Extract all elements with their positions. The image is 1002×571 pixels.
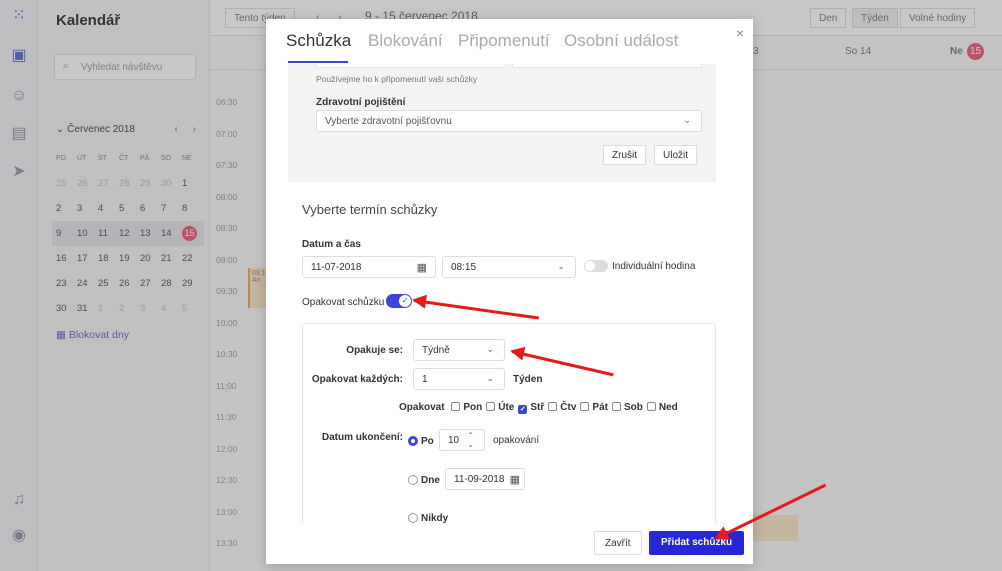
time-value: 08:15 <box>451 262 477 273</box>
insurance-label: Zdravotní pojištění <box>316 97 406 108</box>
end-after-radio[interactable] <box>408 436 418 446</box>
chevron-down-icon: ⌄ <box>683 115 691 125</box>
repeat-on-label: Opakovat <box>399 402 445 413</box>
end-date-input[interactable]: 11-09-2018 ▦ <box>445 468 525 490</box>
weekday-checkbox-label: Pon <box>463 402 483 413</box>
cancel-button[interactable]: Zrušit <box>603 145 646 165</box>
datetime-label: Datum a čas <box>302 239 361 250</box>
weekday-checkbox[interactable] <box>611 402 621 411</box>
weekday-checkboxes: Opakovat Pon Úte ✓ Stř Čtv Pát Sob Ned <box>399 402 678 414</box>
weekday-checkbox[interactable]: ✓ <box>518 405 528 414</box>
repeats-label: Opakuje se: <box>346 345 403 356</box>
weekday-checkbox[interactable] <box>451 402 461 411</box>
reminder-hint: Používejme ho k připomenutí vaší schůzky <box>316 74 478 84</box>
weekday-checkbox-label: Úte <box>498 402 515 413</box>
end-never-radio[interactable] <box>408 513 418 523</box>
partial-input-right[interactable] <box>512 64 702 68</box>
partial-input-left[interactable] <box>316 64 506 68</box>
every-value: 1 <box>422 374 428 385</box>
chevron-down-icon: ⌄ <box>557 261 565 271</box>
calendar-picker-icon[interactable]: ▦ <box>417 261 427 274</box>
every-unit: Týden <box>513 374 543 385</box>
add-appointment-button[interactable]: Přidat schůzku <box>649 531 745 555</box>
stepper-arrows-icon[interactable]: ⌃ ⌄ <box>467 431 474 449</box>
insurance-select[interactable]: Vyberte zdravotní pojišťovnu ⌄ <box>316 110 702 132</box>
chevron-down-icon: ⌄ <box>486 344 494 354</box>
repeat-label: Opakovat schůzku <box>302 297 385 308</box>
every-select[interactable]: 1 ⌄ <box>413 368 505 390</box>
weekday-checkbox-label: Čtv <box>560 402 577 413</box>
occurrences-value: 10 <box>448 435 460 446</box>
tab-personal-event[interactable]: Osobní událost <box>564 31 678 51</box>
calendar-picker-icon[interactable]: ▦ <box>510 473 520 486</box>
active-tab-indicator <box>288 61 348 63</box>
end-on-label: Dne <box>421 475 440 486</box>
occurrences-unit: opakování <box>493 435 540 446</box>
weekday-checkbox[interactable] <box>548 402 558 411</box>
tab-appointment[interactable]: Schůzka <box>286 31 351 51</box>
date-input[interactable]: 11-07-2018 ▦ <box>302 256 436 278</box>
repeats-select[interactable]: Týdně ⌄ <box>413 339 505 361</box>
modal-content[interactable]: Používejme ho k připomenutí vaší schůzky… <box>266 64 753 524</box>
end-on-radio[interactable] <box>408 475 418 485</box>
weekday-checkbox[interactable] <box>580 402 590 411</box>
weekday-checkbox-label: Sob <box>623 402 643 413</box>
check-icon: ✓ <box>399 295 411 307</box>
time-select[interactable]: 08:15 ⌄ <box>442 256 576 278</box>
app: ⁙ ▣ ☺ ▤ ➤ ♫ ◉ Kalendář ⌕ Vyhledat návště… <box>0 0 1002 571</box>
individual-hour-toggle[interactable] <box>584 260 608 272</box>
weekday-checkbox-label: Ned <box>658 402 678 413</box>
weekday-checkbox-label: Stř <box>530 402 545 413</box>
tab-blocking[interactable]: Blokování <box>368 31 443 51</box>
chevron-down-icon: ⌄ <box>486 373 494 383</box>
weekday-checkbox[interactable] <box>486 402 496 411</box>
end-date-value: 11-09-2018 <box>454 474 505 485</box>
end-date-label: Datum ukončení: <box>321 432 403 443</box>
individual-hour-label: Individuální hodina <box>612 261 696 272</box>
appointment-modal: Schůzka Blokování Připomenutí Osobní udá… <box>266 19 753 564</box>
close-icon[interactable]: × <box>736 25 744 41</box>
section-title: Vyberte termín schůzky <box>302 202 438 217</box>
repeats-value: Týdně <box>422 345 450 356</box>
weekday-checkbox-label: Pát <box>592 402 608 413</box>
close-button[interactable]: Zavřít <box>594 531 642 555</box>
end-never-label: Nikdy <box>421 513 449 524</box>
date-value: 11-07-2018 <box>311 262 362 273</box>
insurance-placeholder: Vyberte zdravotní pojišťovnu <box>325 116 452 127</box>
every-label: Opakovat každých: <box>311 374 403 385</box>
repeat-toggle[interactable]: ✓ <box>386 294 412 308</box>
modal-footer: Zavřít Přidat schůzku <box>266 524 753 564</box>
occurrences-stepper[interactable]: 10 ⌃ ⌄ <box>439 429 485 451</box>
save-button[interactable]: Uložit <box>654 145 698 165</box>
patient-info-panel: Používejme ho k připomenutí vaší schůzky… <box>288 64 716 182</box>
end-after-label: Po <box>421 436 434 447</box>
weekday-checkbox[interactable] <box>646 402 656 411</box>
tab-reminder[interactable]: Připomenutí <box>458 31 550 51</box>
